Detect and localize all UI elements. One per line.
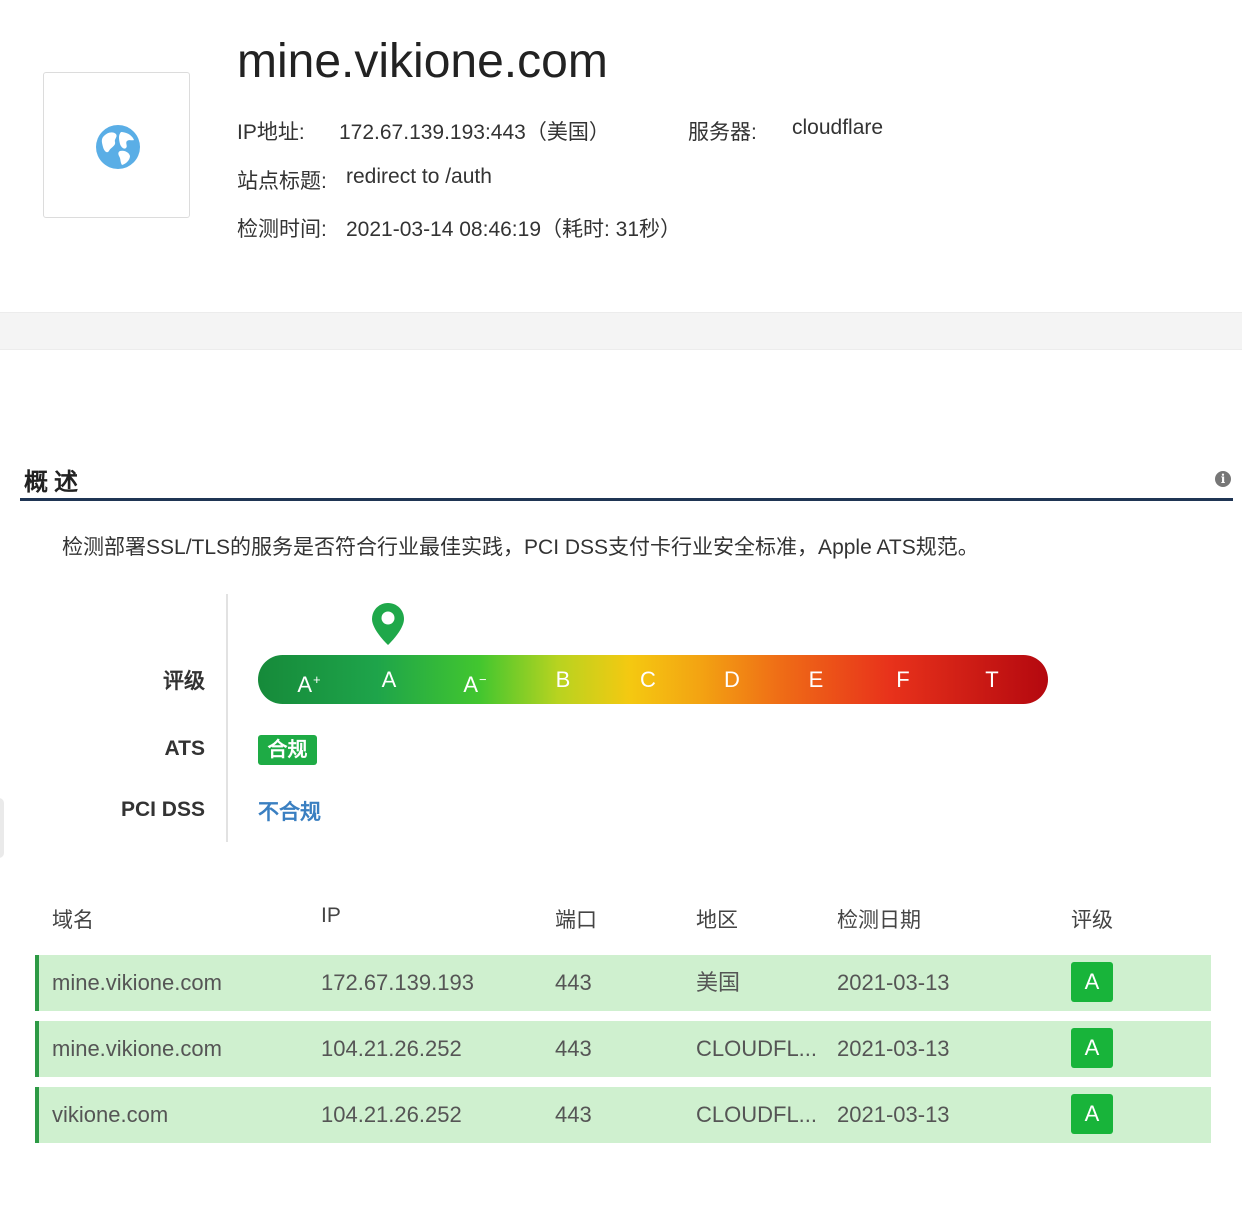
pci-status: 不合规 (258, 801, 321, 824)
column-header-ip: IP (321, 904, 341, 927)
column-header-date: 检测日期 (837, 909, 921, 932)
grade-letter-8: F (896, 667, 910, 692)
column-header-grade: 评级 (1071, 909, 1113, 932)
cell-domain[interactable]: vikione.com (52, 1087, 312, 1143)
column-header-domain: 域名 (52, 909, 94, 932)
ip-value: 172.67.139.193:443（美国） (339, 121, 610, 144)
ats-label: ATS (164, 737, 205, 760)
section-title: 概述 (24, 469, 84, 496)
grade-badge[interactable]: A (1071, 1028, 1113, 1068)
section-underline (20, 498, 1233, 501)
overview-divider (226, 594, 228, 842)
check-time-label: 检测时间: (237, 218, 327, 241)
table-row[interactable]: mine.vikione.com 172.67.139.193 443 美国 2… (35, 955, 1211, 1011)
grade-letter-2: A (381, 667, 397, 692)
check-time-value: 2021-03-14 08:46:19（耗时: 31秒） (346, 218, 682, 241)
grade-letter-4: B (555, 667, 571, 692)
cell-date: 2021-03-13 (837, 1036, 950, 1061)
domain-title: mine.vikione.com (237, 35, 608, 88)
cell-port: 443 (555, 970, 592, 995)
grade-letter-6: D (724, 667, 740, 692)
grade-scale-bar: A+ A A− B C D E F T (258, 655, 1048, 704)
globe-icon (96, 125, 140, 169)
site-icon-box (43, 72, 190, 218)
table-row[interactable]: vikione.com 104.21.26.252 443 CLOUDFL...… (35, 1087, 1211, 1143)
pci-label: PCI DSS (120, 798, 205, 821)
grade-letter-9: T (985, 667, 999, 692)
cell-ip: 104.21.26.252 (321, 1036, 462, 1061)
cell-port: 443 (555, 1102, 592, 1127)
grade-letter-1: A+ (297, 672, 321, 697)
server-value: cloudflare (792, 116, 884, 139)
cell-port: 443 (555, 1036, 592, 1061)
cell-region: CLOUDFL... (696, 1036, 818, 1061)
overview-description: 检测部署SSL/TLS的服务是否符合行业最佳实践，PCI DSS支付卡行业安全标… (62, 536, 979, 559)
cell-domain[interactable]: mine.vikione.com (52, 1021, 312, 1077)
grade-pin-icon (372, 603, 404, 645)
rating-label: 评级 (163, 670, 205, 693)
column-header-region: 地区 (696, 909, 738, 932)
grade-badge[interactable]: A (1071, 1094, 1113, 1134)
cell-domain[interactable]: mine.vikione.com (52, 955, 312, 1011)
section-divider (0, 312, 1242, 350)
cell-date: 2021-03-13 (837, 970, 950, 995)
grade-letter-5: C (640, 667, 656, 692)
ip-label: IP地址: (237, 121, 305, 144)
ats-status-badge: 合规 (258, 735, 317, 765)
server-label: 服务器: (688, 121, 757, 144)
grade-badge[interactable]: A (1071, 962, 1113, 1002)
table-row[interactable]: mine.vikione.com 104.21.26.252 443 CLOUD… (35, 1021, 1211, 1077)
cell-ip: 104.21.26.252 (321, 1102, 462, 1127)
grade-letter-3: A− (463, 672, 487, 697)
edge-handle (0, 798, 4, 858)
cell-date: 2021-03-13 (837, 1102, 950, 1127)
site-title-label: 站点标题: (237, 170, 327, 193)
cell-ip: 172.67.139.193 (321, 970, 474, 995)
info-icon[interactable]: i (1215, 471, 1231, 487)
cell-region: 美国 (696, 970, 741, 995)
column-header-port: 端口 (555, 909, 597, 932)
cell-region: CLOUDFL... (696, 1102, 818, 1127)
grade-letter-7: E (808, 667, 824, 692)
site-title-value: redirect to /auth (346, 165, 492, 188)
